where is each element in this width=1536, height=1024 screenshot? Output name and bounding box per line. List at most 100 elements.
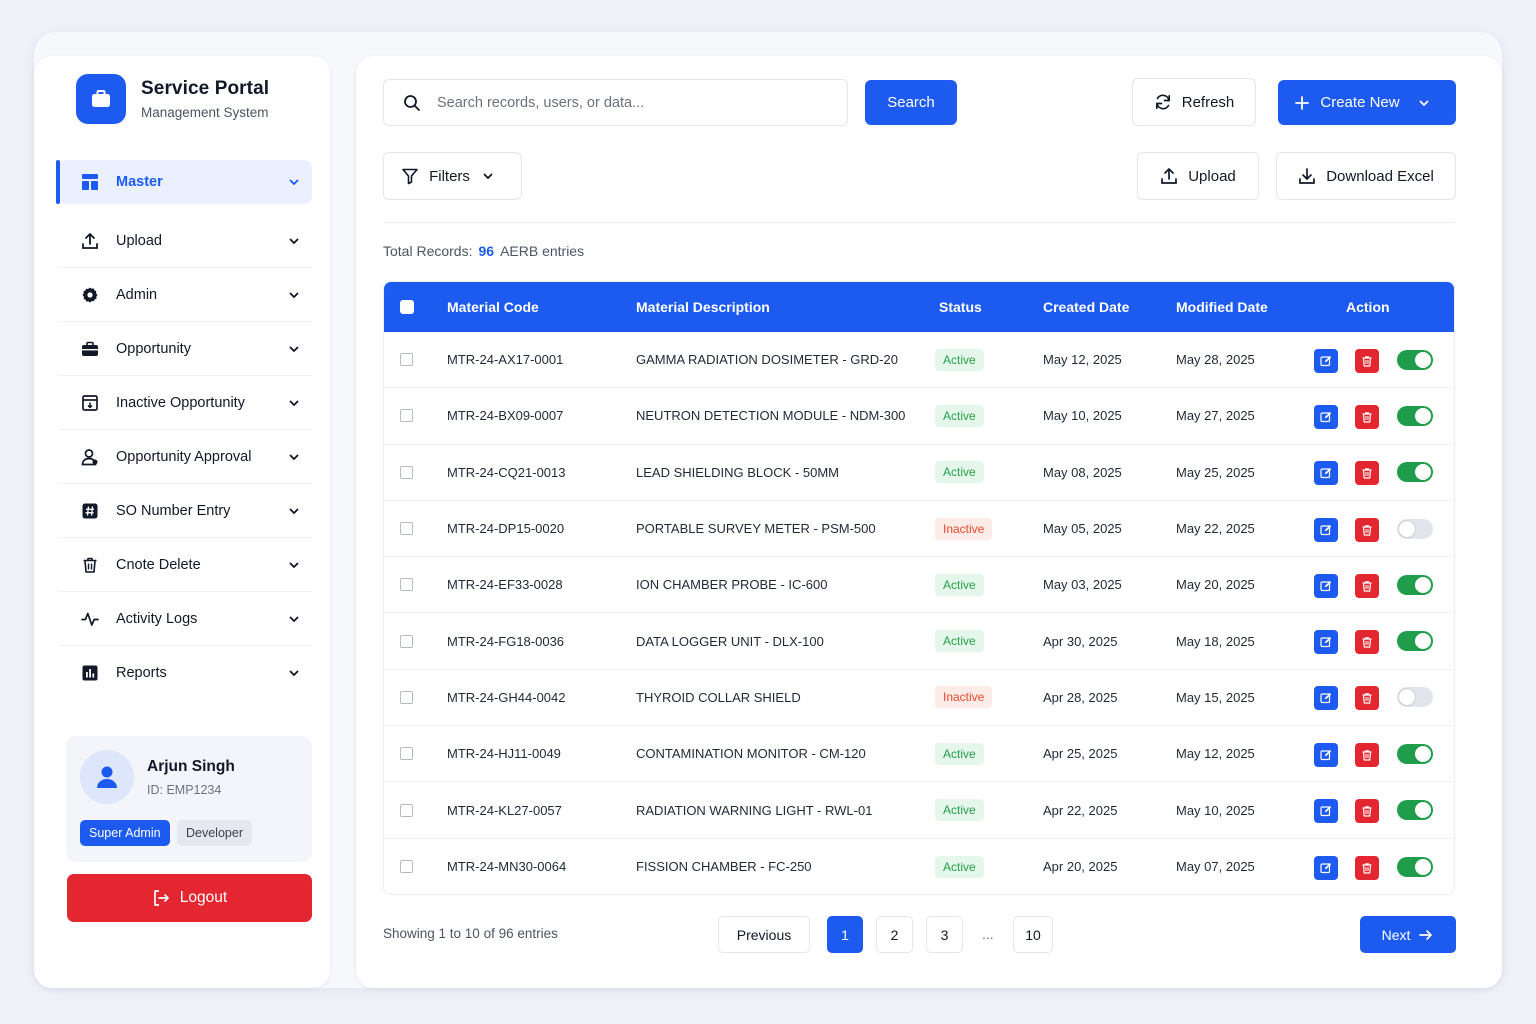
delete-icon[interactable] [1355,855,1379,880]
role-badge-super-admin: Super Admin [80,820,170,846]
previous-page-button[interactable]: Previous [718,916,810,953]
status-badge: Active [935,573,984,596]
chevron-down-icon [284,555,304,575]
status-text: Inactive [935,517,993,540]
delete-icon[interactable] [1355,742,1379,767]
hash-icon [80,501,100,521]
total-records: Total Records: 96 AERB entries [383,243,584,259]
row-checkbox[interactable] [400,353,413,367]
select-all-checkbox[interactable] [400,300,414,314]
status-text: Inactive [935,686,993,709]
edit-icon[interactable] [1314,630,1338,655]
sidebar-item-cnote-delete[interactable]: Cnote Delete [58,538,312,592]
row-checkbox[interactable] [400,522,413,536]
status-toggle[interactable] [1397,349,1433,370]
user-profile-card: Arjun Singh ID: EMP1234 Super Admin Deve… [66,736,312,862]
created-date-cell: Apr 28, 2025 [1043,689,1118,705]
modified-date-cell: May 12, 2025 [1176,746,1255,762]
created-date-cell: Apr 22, 2025 [1043,802,1118,818]
status-toggle[interactable] [1397,518,1433,539]
material-description-cell: THYROID COLLAR SHIELD [636,689,801,705]
created-date-cell: May 05, 2025 [1043,521,1122,537]
delete-icon[interactable] [1355,573,1379,598]
delete-icon[interactable] [1355,348,1379,373]
header-created-date[interactable]: Created Date [1043,299,1129,315]
status-toggle[interactable] [1397,856,1433,877]
brand: Service Portal Management System [76,74,269,124]
delete-icon[interactable] [1355,686,1379,711]
download-excel-button[interactable]: Download Excel [1276,152,1456,200]
delete-icon[interactable] [1355,630,1379,655]
sidebar-item-master[interactable]: Master [56,160,312,204]
chevron-down-icon [284,339,304,359]
table-row: MTR-24-MN30-0064 FISSION CHAMBER - FC-250… [384,839,1454,894]
edit-icon[interactable] [1314,686,1338,711]
row-checkbox[interactable] [400,578,413,592]
delete-icon[interactable] [1355,799,1379,824]
row-checkbox[interactable] [400,747,413,761]
status-toggle[interactable] [1397,405,1433,426]
header-material-code[interactable]: Material Code [447,299,539,315]
delete-icon[interactable] [1355,404,1379,429]
upload-icon [1160,167,1188,185]
search-input[interactable] [437,87,817,118]
row-checkbox[interactable] [400,860,413,874]
row-checkbox[interactable] [400,409,413,423]
header-modified-date[interactable]: Modified Date [1176,299,1268,315]
create-new-label: Create New [1320,94,1400,111]
status-toggle[interactable] [1397,687,1433,708]
status-toggle[interactable] [1397,800,1433,821]
sidebar-nav: Master Upload Admin Opportunity Inactive… [56,160,312,700]
user-check-icon [80,447,100,467]
delete-icon[interactable] [1355,517,1379,542]
page-10-button[interactable]: 10 [1013,916,1053,953]
delete-icon[interactable] [1355,461,1379,486]
status-toggle[interactable] [1397,462,1433,483]
edit-icon[interactable] [1314,404,1338,429]
table-header: Material Code Material Description Statu… [384,282,1454,332]
status-toggle[interactable] [1397,631,1433,652]
created-date-cell: May 03, 2025 [1043,577,1122,593]
status-badge: Active [935,855,984,878]
page-3-button[interactable]: 3 [926,916,963,953]
header-material-description[interactable]: Material Description [636,299,770,315]
header-status[interactable]: Status [939,299,982,315]
sidebar-item-inactive-opportunity[interactable]: Inactive Opportunity [58,376,312,430]
status-toggle[interactable] [1397,574,1433,595]
sidebar-item-upload[interactable]: Upload [58,214,312,268]
edit-icon[interactable] [1314,461,1338,486]
row-checkbox[interactable] [400,690,413,704]
sidebar-item-label: SO Number Entry [116,502,231,519]
modified-date-cell: May 22, 2025 [1176,521,1255,537]
sidebar-item-label: Upload [116,232,162,249]
sidebar-item-admin[interactable]: Admin [58,268,312,322]
page-2-button[interactable]: 2 [876,916,913,953]
edit-icon[interactable] [1314,742,1338,767]
row-checkbox[interactable] [400,803,413,817]
next-page-button[interactable]: Next [1360,916,1456,953]
status-toggle[interactable] [1397,743,1433,764]
edit-icon[interactable] [1314,348,1338,373]
filters-button[interactable]: Filters [383,152,522,200]
edit-icon[interactable] [1314,573,1338,598]
refresh-button[interactable]: Refresh [1132,78,1256,126]
sidebar-item-reports[interactable]: Reports [58,646,312,700]
chevron-down-icon [284,501,304,521]
sidebar-item-opportunity-approval[interactable]: Opportunity Approval [58,430,312,484]
row-checkbox[interactable] [400,634,413,648]
row-checkbox[interactable] [400,465,413,479]
page-1-button[interactable]: 1 [827,916,863,953]
edit-icon[interactable] [1314,517,1338,542]
sidebar-item-so-number-entry[interactable]: SO Number Entry [58,484,312,538]
sidebar-item-opportunity[interactable]: Opportunity [58,322,312,376]
edit-icon[interactable] [1314,855,1338,880]
upload-icon [80,231,100,251]
edit-icon[interactable] [1314,799,1338,824]
upload-button[interactable]: Upload [1137,152,1259,200]
material-description-cell: CONTAMINATION MONITOR - CM-120 [636,746,866,762]
search-button[interactable]: Search [865,80,957,125]
briefcase-icon [80,339,100,359]
logout-button[interactable]: Logout [67,874,312,922]
create-new-button[interactable]: Create New [1278,80,1456,125]
sidebar-item-activity-logs[interactable]: Activity Logs [58,592,312,646]
